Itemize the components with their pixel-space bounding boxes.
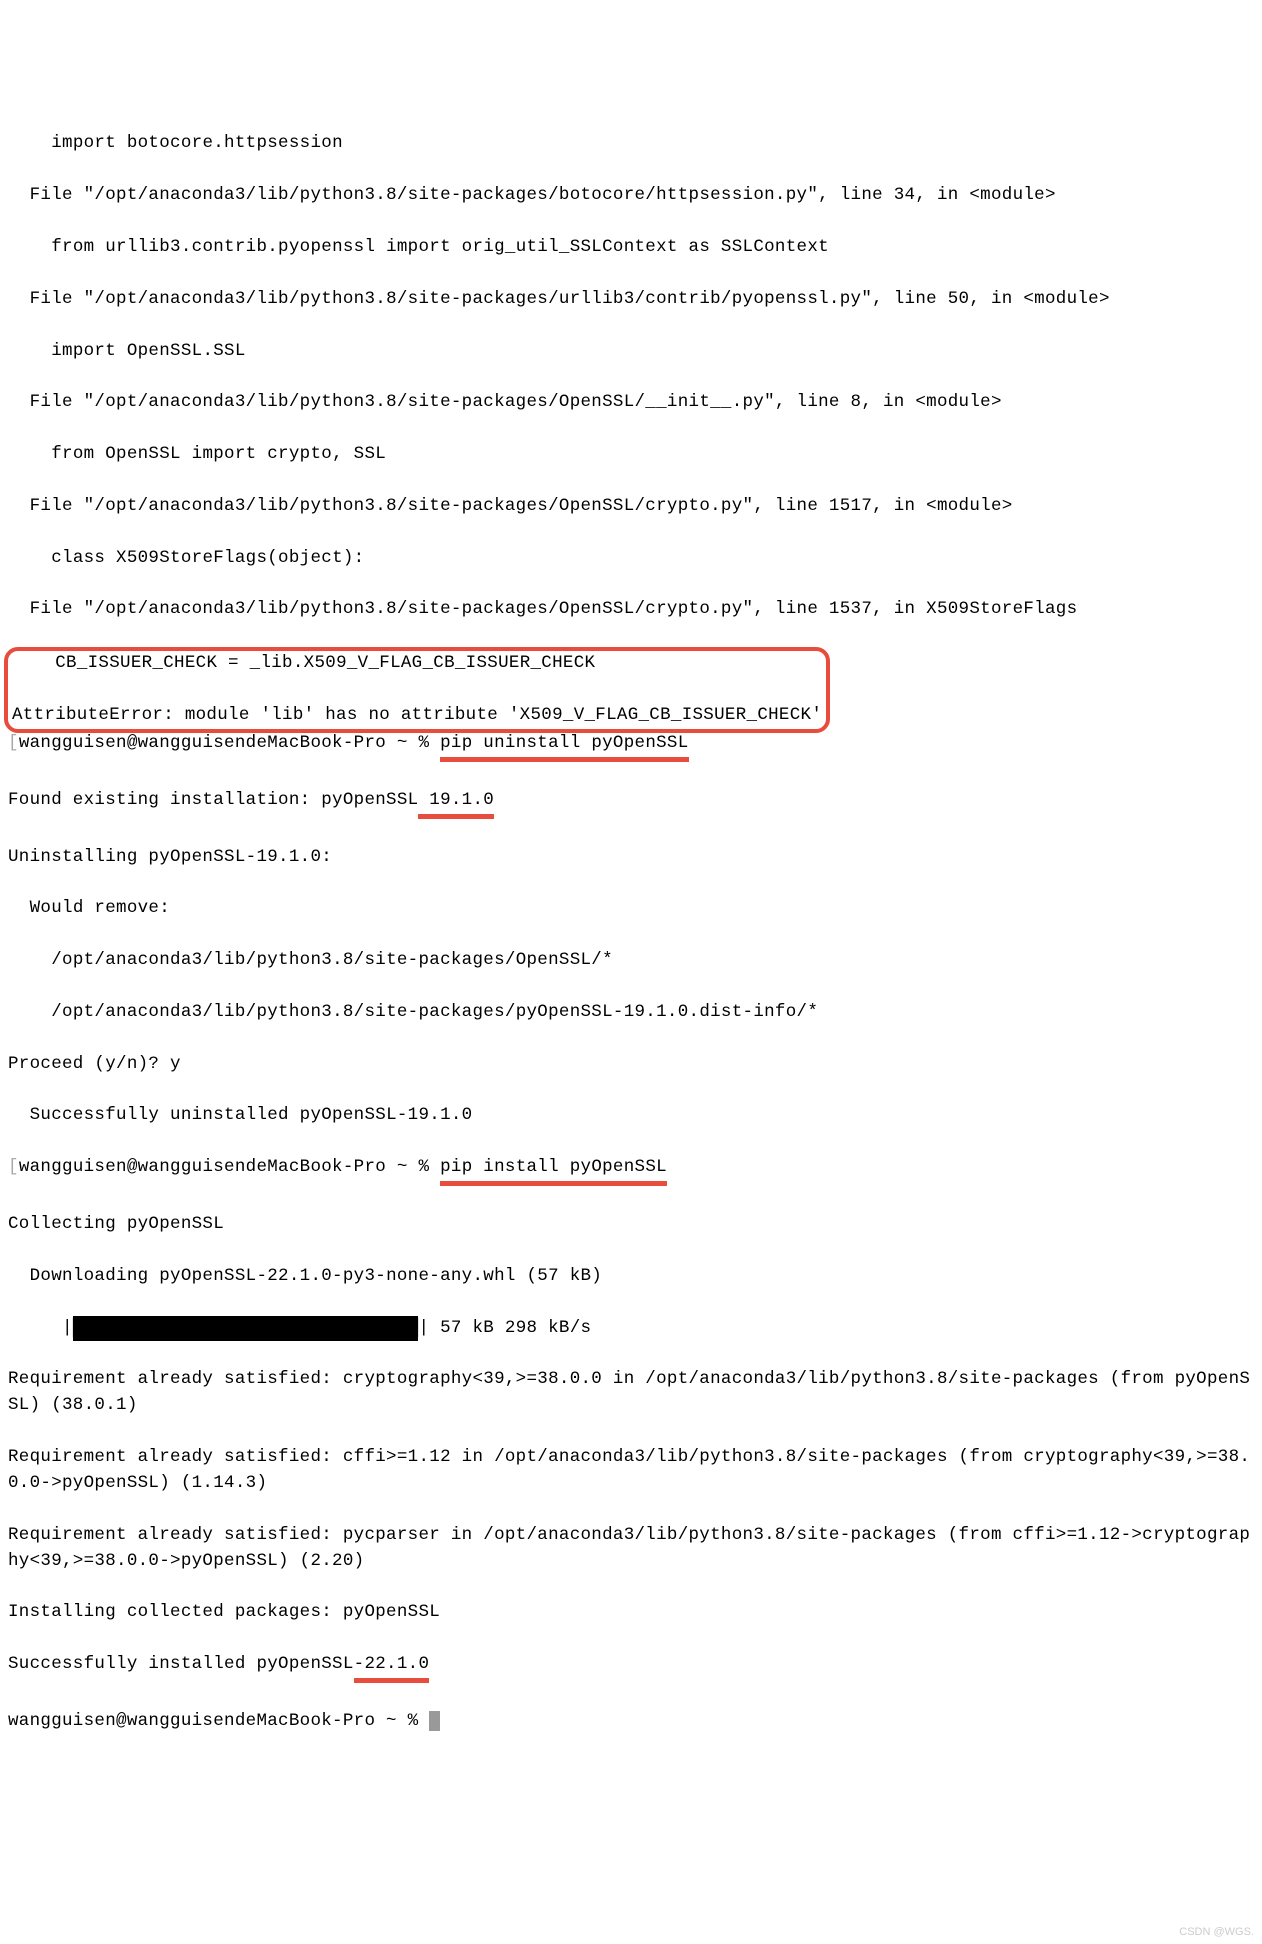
shell-prompt: wangguisen@wangguisendeMacBook-Pro ~ % bbox=[8, 1711, 429, 1731]
requirement-line: Requirement already satisfied: pycparser… bbox=[8, 1523, 1254, 1575]
traceback-line: File "/opt/anaconda3/lib/python3.8/site-… bbox=[8, 287, 1254, 313]
remove-path-line: /opt/anaconda3/lib/python3.8/site-packag… bbox=[8, 1000, 1254, 1026]
requirement-line: Requirement already satisfied: cryptogra… bbox=[8, 1367, 1254, 1419]
shell-prompt-line[interactable]: wangguisen@wangguisendeMacBook-Pro ~ % bbox=[8, 1709, 1254, 1735]
shell-prompt-line: [wangguisen@wangguisendeMacBook-Pro ~ % … bbox=[8, 1155, 1254, 1186]
remove-path-line: /opt/anaconda3/lib/python3.8/site-packag… bbox=[8, 948, 1254, 974]
pip-install-command[interactable]: pip install pyOpenSSL bbox=[440, 1155, 667, 1186]
requirement-line: Requirement already satisfied: cffi>=1.1… bbox=[8, 1445, 1254, 1497]
progress-line: |████████████████████████████████| 57 kB… bbox=[8, 1316, 1254, 1342]
traceback-line: File "/opt/anaconda3/lib/python3.8/site-… bbox=[8, 390, 1254, 416]
proceed-prompt-line[interactable]: Proceed (y/n)? y bbox=[8, 1052, 1254, 1078]
traceback-line: File "/opt/anaconda3/lib/python3.8/site-… bbox=[8, 183, 1254, 209]
error-highlight-box: CB_ISSUER_CHECK = _lib.X509_V_FLAG_CB_IS… bbox=[4, 647, 830, 733]
collecting-line: Collecting pyOpenSSL bbox=[8, 1212, 1254, 1238]
traceback-line: File "/opt/anaconda3/lib/python3.8/site-… bbox=[8, 494, 1254, 520]
downloading-line: Downloading pyOpenSSL-22.1.0-py3-none-an… bbox=[8, 1264, 1254, 1290]
progress-bar: ████████████████████████████████ bbox=[73, 1316, 419, 1342]
installing-packages-line: Installing collected packages: pyOpenSSL bbox=[8, 1600, 1254, 1626]
attribute-error-line: AttributeError: module 'lib' has no attr… bbox=[12, 703, 822, 729]
shell-prompt: wangguisen@wangguisendeMacBook-Pro ~ % bbox=[19, 733, 440, 753]
pip-uninstall-command[interactable]: pip uninstall pyOpenSSL bbox=[440, 731, 688, 762]
uninstalling-line: Uninstalling pyOpenSSL-19.1.0: bbox=[8, 845, 1254, 871]
would-remove-line: Would remove: bbox=[8, 896, 1254, 922]
bracket-icon: [ bbox=[8, 1157, 19, 1177]
install-success-line: Successfully installed pyOpenSSL-22.1.0 bbox=[8, 1652, 1254, 1683]
traceback-line: File "/opt/anaconda3/lib/python3.8/site-… bbox=[8, 597, 1254, 623]
traceback-line: from OpenSSL import crypto, SSL bbox=[8, 442, 1254, 468]
terminal-output: import botocore.httpsession File "/opt/a… bbox=[8, 106, 1254, 1761]
traceback-line: from urllib3.contrib.pyopenssl import or… bbox=[8, 235, 1254, 261]
traceback-line: import OpenSSL.SSL bbox=[8, 339, 1254, 365]
watermark-text: CSDN @WGS. bbox=[1179, 1924, 1254, 1940]
uninstall-success-line: Successfully uninstalled pyOpenSSL-19.1.… bbox=[8, 1103, 1254, 1129]
new-version-highlight: -22.1.0 bbox=[354, 1652, 430, 1683]
error-line: CB_ISSUER_CHECK = _lib.X509_V_FLAG_CB_IS… bbox=[12, 651, 822, 677]
shell-prompt: wangguisen@wangguisendeMacBook-Pro ~ % bbox=[19, 1157, 440, 1177]
cursor-icon bbox=[429, 1711, 440, 1731]
shell-prompt-line: [wangguisen@wangguisendeMacBook-Pro ~ % … bbox=[8, 731, 1254, 762]
bracket-icon: [ bbox=[8, 733, 19, 753]
old-version-highlight: 19.1.0 bbox=[418, 788, 494, 819]
found-install-line: Found existing installation: pyOpenSSL 1… bbox=[8, 788, 1254, 819]
traceback-line: class X509StoreFlags(object): bbox=[8, 546, 1254, 572]
traceback-line: import botocore.httpsession bbox=[8, 131, 1254, 157]
